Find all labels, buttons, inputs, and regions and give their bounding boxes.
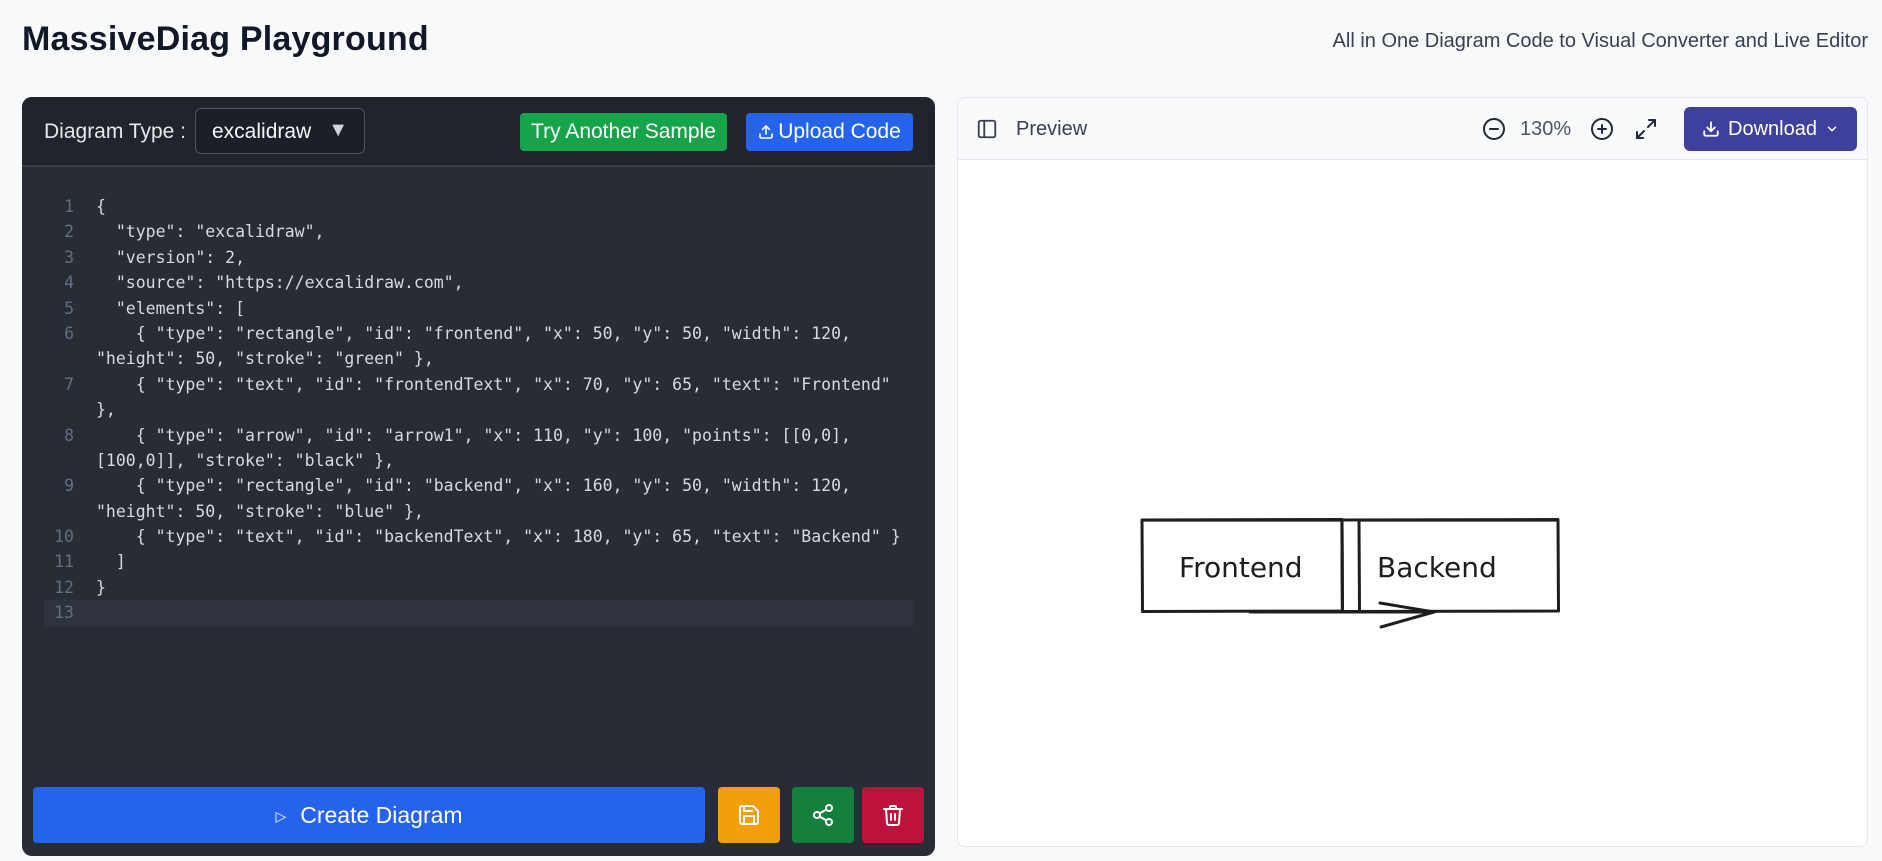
download-button[interactable]: Download [1684,107,1857,151]
code-text: { "type": "text", "id": "frontendText", … [96,374,891,394]
preview-title: Preview [1016,118,1088,140]
line-number: 4 [64,273,74,293]
code-line[interactable]: }, [44,397,914,422]
code-text: "elements": [ [96,298,246,318]
line-number: 8 [64,425,74,445]
upload-code-button[interactable]: Upload Code [746,113,913,151]
line-number: 10 [54,527,74,547]
preview-panel: Preview 130% Download Frontend Backend [957,97,1868,847]
delete-button[interactable] [862,787,924,843]
code-text: { "type": "text", "id": "backendText", "… [96,527,901,547]
editor-toolbar: Diagram Type : excalidraw ▼ Try Another … [22,97,935,167]
trash-icon [883,805,903,826]
line-number: 11 [54,552,74,572]
code-text: { [96,197,106,216]
code-text: ] [96,552,126,572]
code-line[interactable]: 10 { "type": "text", "id": "backendText"… [44,524,914,549]
code-line[interactable]: 13 [44,600,914,626]
save-icon [739,805,759,825]
zoom-level: 130% [1520,118,1572,140]
chevron-down-icon [1827,126,1837,132]
code-line[interactable]: "height": 50, "stroke": "blue" }, [44,499,914,524]
preview-header: Preview 130% Download [958,98,1867,160]
line-number: 9 [64,476,74,496]
code-text: "version": 2, [96,247,246,267]
try-another-sample-button[interactable]: Try Another Sample [520,113,727,151]
diagram-type-value: excalidraw [212,120,312,143]
diagram-canvas[interactable]: Frontend Backend [958,160,1867,846]
editor-panel: Diagram Type : excalidraw ▼ Try Another … [22,97,935,856]
save-button[interactable] [718,787,780,843]
diagram-type-label: Diagram Type : [44,120,187,143]
code-line[interactable]: 6 { "type": "rectangle", "id": "frontend… [44,321,914,346]
code-line[interactable]: 8 { "type": "arrow", "id": "arrow1", "x"… [44,423,914,448]
line-number: 7 [64,374,74,394]
caret-down-icon: ▼ [328,119,348,141]
code-line[interactable]: [100,0]], "stroke": "black" }, [44,448,914,473]
upload-icon [759,125,774,139]
code-editor[interactable]: 1{2 "type": "excalidraw", 3 "version": 2,… [44,194,914,626]
backend-label: Backend [1377,551,1497,584]
diagram-type-select[interactable]: excalidraw ▼ [195,108,365,154]
code-text: }, [96,400,116,420]
play-icon: ▷ [275,808,287,824]
create-diagram-button[interactable]: ▷ Create Diagram [33,787,705,843]
code-text: } [96,577,106,597]
line-number: 1 [64,197,74,216]
code-line[interactable]: "height": 50, "stroke": "green" }, [44,346,914,371]
line-number: 6 [64,323,74,343]
code-text: "height": 50, "stroke": "blue" }, [96,501,424,521]
line-number: 5 [64,298,74,318]
sidebar-toggle-icon[interactable] [976,118,998,145]
code-text: { "type": "arrow", "id": "arrow1", "x": … [96,425,851,445]
code-text: { "type": "rectangle", "id": "backend", … [96,476,851,496]
code-text: [100,0]], "stroke": "black" }, [96,450,395,470]
app-title: MassiveDiag Playground [22,20,429,58]
code-line[interactable]: 9 { "type": "rectangle", "id": "backend"… [44,473,914,498]
code-line[interactable]: 5 "elements": [ [44,296,914,321]
frontend-label: Frontend [1179,551,1303,584]
download-icon [1703,121,1719,137]
create-diagram-label: Create Diagram [300,802,463,828]
code-line[interactable]: 3 "version": 2, [44,245,914,270]
line-number: 3 [64,247,74,267]
share-button[interactable] [792,787,854,843]
zoom-out-icon[interactable] [1482,117,1506,146]
code-line[interactable]: 12} [44,575,914,600]
code-text: { "type": "rectangle", "id": "frontend",… [96,323,851,343]
fullscreen-icon[interactable] [1634,117,1658,146]
line-number: 2 [64,222,74,242]
code-text: "type": "excalidraw", [96,222,325,242]
zoom-in-icon[interactable] [1590,117,1614,146]
line-number: 12 [54,577,74,597]
share-icon [813,804,833,826]
code-line[interactable]: 4 "source": "https://excalidraw.com", [44,270,914,295]
code-line[interactable]: 1{ [44,194,914,219]
upload-code-label: Upload Code [778,120,901,143]
code-line[interactable]: 2 "type": "excalidraw", [44,219,914,244]
line-number: 13 [54,603,74,623]
code-text: "height": 50, "stroke": "green" }, [96,349,434,369]
app-subtitle: All in One Diagram Code to Visual Conver… [1332,30,1868,52]
diagram-svg: Frontend Backend [1140,518,1560,629]
code-text: "source": "https://excalidraw.com", [96,273,464,293]
editor-actions: ▷ Create Diagram [22,787,935,856]
code-line[interactable]: 7 { "type": "text", "id": "frontendText"… [44,372,914,397]
code-line[interactable]: 11 ] [44,549,914,574]
download-label: Download [1728,117,1817,140]
